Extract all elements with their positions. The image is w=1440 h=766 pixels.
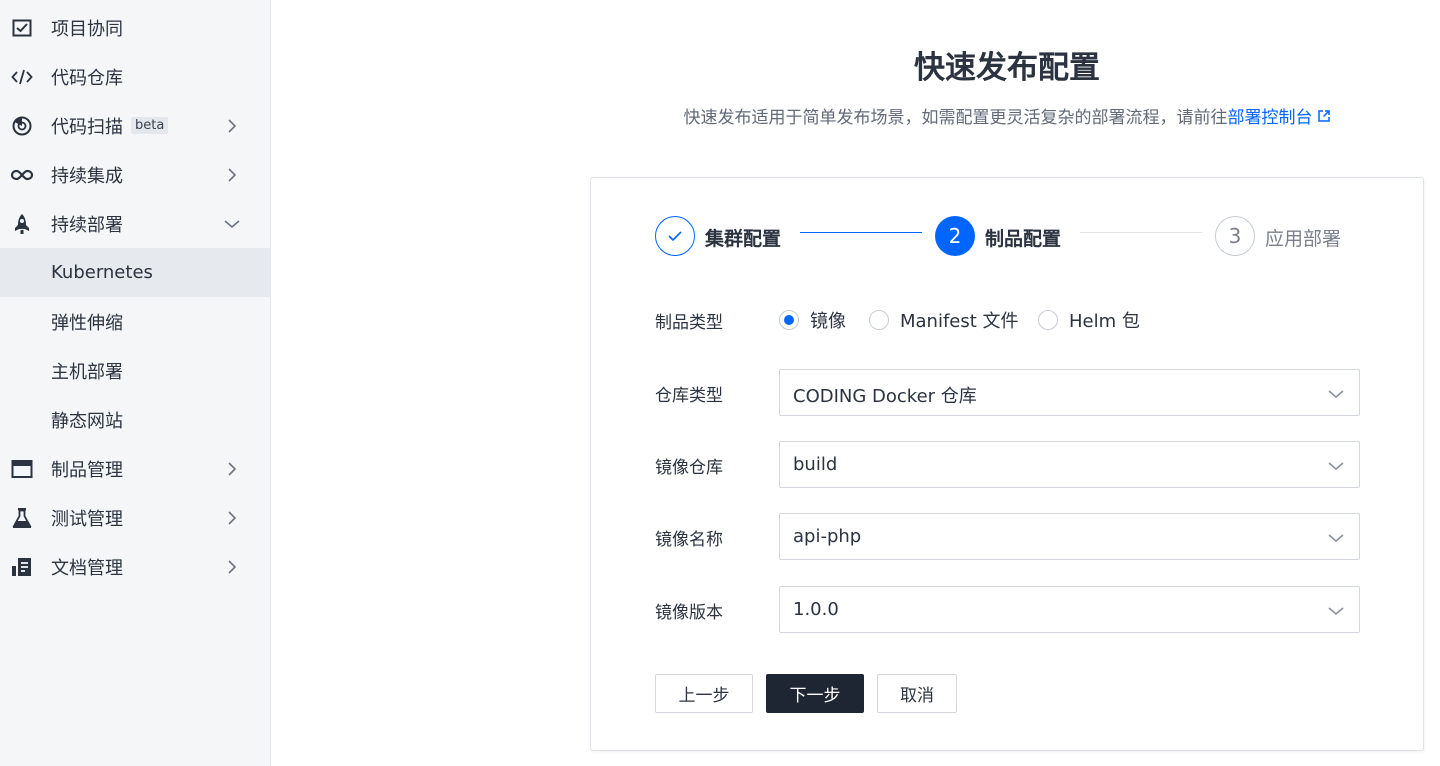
- code-icon: [11, 66, 33, 88]
- step-connector: [1080, 232, 1202, 233]
- sidebar-item-label: 代码扫描 beta: [51, 113, 169, 139]
- image-repo-select[interactable]: build: [779, 441, 1360, 488]
- infinity-icon: [11, 164, 33, 186]
- chevron-down-icon: [1328, 534, 1344, 543]
- chevron-down-icon: [1328, 462, 1344, 471]
- deploy-console-link[interactable]: 部署控制台: [1228, 108, 1331, 128]
- sidebar-item-label: 项目协同: [51, 18, 123, 40]
- sidebar-item-label: 代码仓库: [51, 67, 123, 89]
- radio-helm[interactable]: Helm 包: [1038, 307, 1140, 333]
- chevron-down-icon: [224, 219, 240, 228]
- image-name-label: 镜像名称: [655, 530, 723, 550]
- sidebar-item-project[interactable]: 项目协同: [0, 3, 270, 52]
- radio-label: 镜像: [810, 311, 846, 332]
- prev-step-button[interactable]: 上一步: [655, 674, 753, 713]
- sidebar-item-label: 弹性伸缩: [51, 312, 123, 334]
- sidebar-item-ci[interactable]: 持续集成: [0, 150, 270, 199]
- image-name-select[interactable]: api-php: [779, 513, 1360, 560]
- next-step-button[interactable]: 下一步: [766, 674, 864, 713]
- radio-dot[interactable]: [779, 310, 799, 330]
- chevron-right-icon: [228, 167, 237, 182]
- sidebar-item-label: Kubernetes: [51, 262, 153, 283]
- step-2-circle: 2: [935, 216, 975, 256]
- step-2-label: 制品配置: [985, 228, 1062, 250]
- chevron-right-icon: [228, 510, 237, 525]
- select-value: api-php: [793, 526, 862, 547]
- sidebar-item-code-scan[interactable]: 代码扫描 beta: [0, 101, 270, 150]
- sidebar-item-kubernetes[interactable]: Kubernetes: [0, 248, 270, 297]
- document-icon: [11, 556, 33, 578]
- sidebar-item-testing[interactable]: 测试管理: [0, 493, 270, 542]
- sidebar-item-host-deploy[interactable]: 主机部署: [0, 346, 270, 395]
- rocket-icon: [11, 213, 33, 235]
- select-value: CODING Docker 仓库: [793, 386, 977, 407]
- external-link-icon: [1317, 110, 1330, 122]
- step-3-label: 应用部署: [1265, 228, 1342, 250]
- cancel-button[interactable]: 取消: [877, 674, 957, 713]
- radio-image[interactable]: 镜像: [779, 307, 846, 333]
- step-1-circle: [655, 216, 695, 256]
- sidebar-item-label: 测试管理: [51, 508, 123, 530]
- step-3-number: 3: [1228, 224, 1242, 248]
- sidebar-item-label: 持续集成: [51, 165, 123, 187]
- chevron-right-icon: [228, 118, 237, 133]
- sidebar-item-label: 主机部署: [51, 361, 123, 383]
- radio-label: Manifest 文件: [900, 311, 1019, 332]
- sidebar-item-artifacts[interactable]: 制品管理: [0, 444, 270, 493]
- sidebar-item-autoscaling[interactable]: 弹性伸缩: [0, 297, 270, 346]
- beta-badge: beta: [131, 117, 169, 134]
- sidebar-item-static-site[interactable]: 静态网站: [0, 395, 270, 444]
- scan-icon: [11, 115, 33, 137]
- flask-icon: [11, 507, 33, 529]
- radio-label: Helm 包: [1069, 311, 1140, 332]
- page-description: 快速发布适用于简单发布场景，如需配置更灵活复杂的部署流程，请前往部署控制台: [590, 103, 1424, 128]
- sidebar-item-label: 静态网站: [51, 410, 123, 432]
- image-repo-label: 镜像仓库: [655, 458, 723, 478]
- radio-dot[interactable]: [1038, 310, 1058, 330]
- step-1-label: 集群配置: [705, 228, 782, 250]
- chevron-right-icon: [228, 559, 237, 574]
- sidebar-item-label: 持续部署: [51, 214, 123, 236]
- sidebar: 项目协同 代码仓库 代码扫描 beta 持续集成 持续部署 Kubernetes …: [0, 0, 271, 766]
- artifact-type-label: 制品类型: [655, 313, 723, 333]
- step-3-circle: 3: [1215, 216, 1255, 256]
- radio-dot[interactable]: [869, 310, 889, 330]
- chevron-right-icon: [228, 461, 237, 476]
- page-title: 快速发布配置: [914, 50, 1100, 86]
- radio-manifest[interactable]: Manifest 文件: [869, 307, 1019, 333]
- step-connector: [800, 232, 922, 233]
- chevron-down-icon: [1328, 390, 1344, 399]
- config-card: 集群配置 2 制品配置 3 应用部署 制品类型 镜像 Manifest 文件 H…: [590, 177, 1424, 751]
- select-value: 1.0.0: [793, 599, 839, 620]
- check-icon: [668, 231, 682, 242]
- sidebar-item-cd[interactable]: 持续部署: [0, 199, 270, 248]
- image-version-select[interactable]: 1.0.0: [779, 586, 1360, 633]
- select-value: build: [793, 454, 838, 475]
- chevron-down-icon: [1328, 607, 1344, 616]
- artifact-icon: [11, 458, 33, 480]
- checkbox-icon: [11, 17, 33, 39]
- step-2-number: 2: [948, 224, 962, 248]
- description-text: 快速发布适用于简单发布场景，如需配置更灵活复杂的部署流程，请前往: [683, 108, 1228, 128]
- sidebar-item-docs[interactable]: 文档管理: [0, 542, 270, 591]
- sidebar-item-label: 文档管理: [51, 557, 123, 579]
- sidebar-item-code-repo[interactable]: 代码仓库: [0, 52, 270, 101]
- repo-type-label: 仓库类型: [655, 386, 723, 406]
- sidebar-item-label: 制品管理: [51, 459, 123, 481]
- image-version-label: 镜像版本: [655, 603, 723, 623]
- repo-type-select[interactable]: CODING Docker 仓库: [779, 369, 1360, 416]
